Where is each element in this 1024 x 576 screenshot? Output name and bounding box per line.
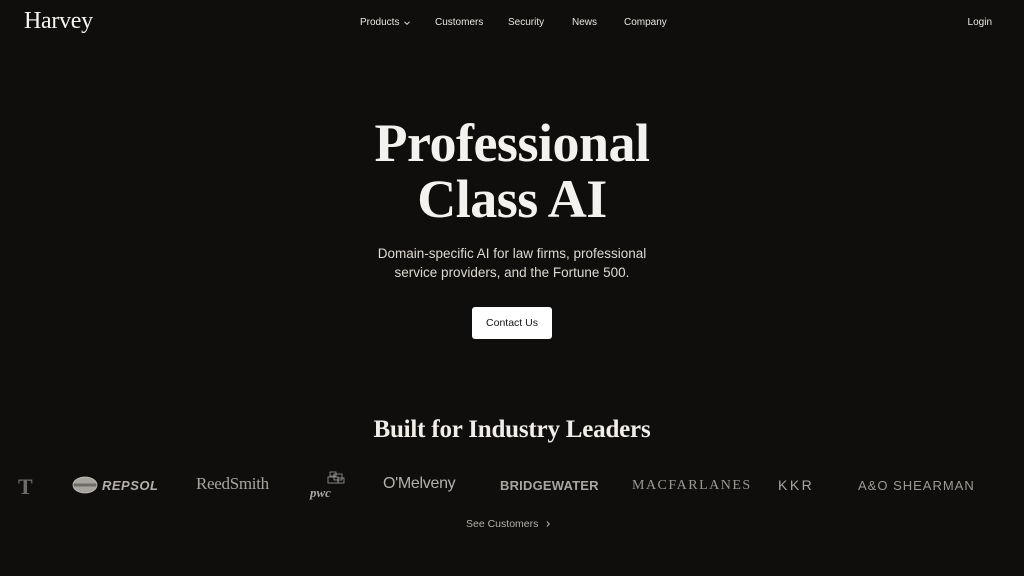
chevron-down-icon <box>404 20 411 25</box>
nav-item-security[interactable]: Security <box>508 17 544 28</box>
logo-omelveny: O'Melveny <box>383 475 456 492</box>
repsol-mark-icon <box>72 476 98 494</box>
leaders-title: Built for Industry Leaders <box>373 416 651 443</box>
logo-repsol: REPSOL <box>72 476 158 494</box>
see-customers-link[interactable]: See Customers <box>466 518 552 530</box>
nav-item-customers[interactable]: Customers <box>435 17 483 28</box>
nav-item-company[interactable]: Company <box>624 17 667 28</box>
logo-bridgewater: BRIDGEWATER <box>500 478 599 493</box>
contact-us-button[interactable]: Contact Us <box>472 307 552 339</box>
chevron-right-icon <box>546 521 551 527</box>
nav-item-news[interactable]: News <box>572 17 597 28</box>
page: Harvey Products Customers Security News … <box>0 0 1024 576</box>
logo-kkr: KKR <box>778 477 815 493</box>
hero-title-line2: Class AI <box>417 169 607 229</box>
top-nav: Harvey Products Customers Security News … <box>0 0 1024 48</box>
nav-item-label: Company <box>624 17 667 28</box>
see-customers-label: See Customers <box>466 518 539 530</box>
nav-item-label: Customers <box>435 17 484 28</box>
logo-reedsmith: ReedSmith <box>196 474 269 493</box>
logo-ao-shearman: A&O SHEARMAN <box>858 478 975 493</box>
nav-item-label: News <box>572 17 598 28</box>
nav-item-label: Products <box>360 17 400 28</box>
logo-pwc-text: pwc <box>310 485 331 500</box>
logo-macfarlanes: MACFARLANES <box>632 478 752 493</box>
brand-logo[interactable]: Harvey <box>24 8 93 35</box>
logo-pwc: pwc <box>308 470 348 502</box>
hero-subtitle: Domain-specific AI for law firms, profes… <box>377 246 647 280</box>
login-link[interactable]: Login <box>968 17 992 28</box>
customer-logos: T REPSOL ReedSmith pwc O'Melveny BRIDGEW… <box>0 470 1024 506</box>
hero-title: Professional Class AI <box>0 115 1024 227</box>
logo-repsol-text: REPSOL <box>102 477 159 493</box>
hero-title-line1: Professional <box>374 113 651 173</box>
nav-item-label: Security <box>508 17 545 28</box>
nav-item-products[interactable]: Products <box>360 17 411 28</box>
logo-tmobile: T <box>18 474 33 499</box>
